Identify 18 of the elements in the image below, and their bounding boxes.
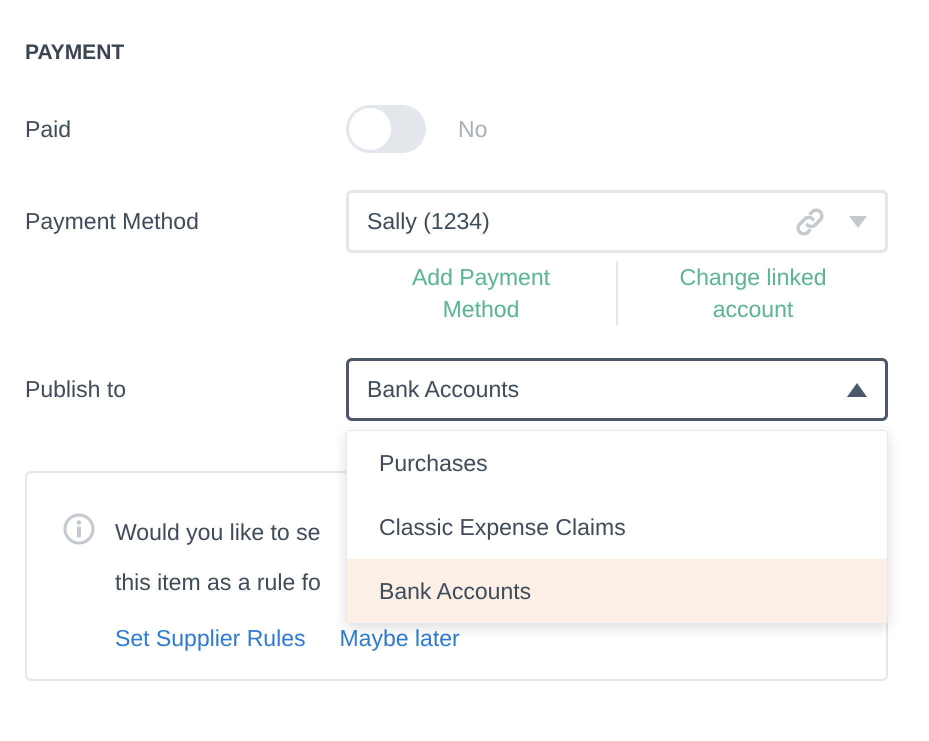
section-title: PAYMENT	[25, 41, 124, 65]
info-text: Would you like to se	[115, 518, 320, 547]
caret-icon	[847, 382, 867, 396]
toggle-switch[interactable]	[346, 105, 426, 153]
field-label: Publish to	[25, 375, 128, 404]
menu-option[interactable]: Bank Accounts	[347, 559, 887, 623]
field-label: Paid	[25, 115, 72, 144]
field-label: Payment Method	[25, 207, 200, 236]
payment-method-select[interactable]: Sally (1234)	[346, 190, 888, 253]
caret-icon	[849, 216, 867, 228]
toggle-state: No	[458, 116, 488, 142]
info-text: this item as a rule fo	[115, 568, 321, 597]
menu-option[interactable]: Classic Expense Claims	[347, 495, 887, 559]
info-icon	[63, 513, 95, 545]
info-link[interactable]: Set Supplier Rules	[115, 625, 306, 652]
menu-option[interactable]: Purchases	[347, 431, 887, 495]
info-link[interactable]: Maybe later	[340, 625, 460, 652]
publish-to-select[interactable]: Bank Accounts	[346, 358, 888, 421]
